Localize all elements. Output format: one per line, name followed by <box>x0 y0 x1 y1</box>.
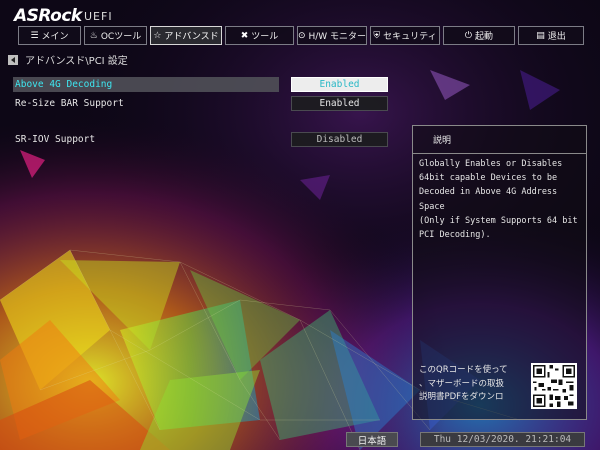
help-description: Globally Enables or Disables 64bit capab… <box>419 157 583 242</box>
tab-exit[interactable]: ▤ 退出 <box>518 26 584 45</box>
help-line: Globally Enables or Disables <box>419 159 563 169</box>
tab-label: 起動 <box>475 32 494 42</box>
shield-icon: ⛨ <box>373 30 381 41</box>
power-icon: ⏻ <box>464 30 473 41</box>
qr-caption: このQRコードを使って 、マザーボードの取扱 説明書PDFをダウンロ <box>419 364 529 405</box>
tab-label: セキュリティ <box>383 32 437 42</box>
help-line: (Only if System Supports 64 bit <box>419 215 578 226</box>
help-line: 64bit capable Devices to be <box>419 173 558 184</box>
breadcrumb: アドバンスド\PCI 設定 <box>8 52 128 67</box>
monitor-icon: ⊙ <box>297 30 306 41</box>
tab-oc-tools[interactable]: ♨ OCツール <box>84 26 147 45</box>
tab-boot[interactable]: ⏻ 起動 <box>443 26 515 45</box>
breadcrumb-text: アドバンスド\PCI 設定 <box>25 56 128 67</box>
language-button[interactable]: 日本語 <box>346 432 398 447</box>
tab-label: メイン <box>41 32 69 42</box>
tab-label: OCツール <box>100 32 142 42</box>
menu-icon: ☰ <box>30 30 39 41</box>
back-arrow-icon[interactable] <box>8 54 18 65</box>
tools-icon: ✖ <box>240 30 249 41</box>
qr-code-icon <box>531 363 577 409</box>
tab-advanced[interactable]: ☆ アドバンスド <box>150 26 222 45</box>
setting-value-above-4g[interactable]: Enabled <box>291 77 388 92</box>
tab-tools[interactable]: ✖ ツール <box>225 26 294 45</box>
star-icon: ☆ <box>153 30 162 41</box>
qr-caption-line: このQRコードを使って <box>419 365 508 375</box>
exit-icon: ▤ <box>536 30 545 41</box>
tab-hw-monitor[interactable]: ⊙ H/W モニター <box>297 26 367 45</box>
setting-value-resize-bar[interactable]: Enabled <box>291 96 388 111</box>
tab-label: アドバンスド <box>164 32 219 42</box>
tab-main[interactable]: ☰ メイン <box>18 26 81 45</box>
tab-label: H/W モニター <box>308 32 367 42</box>
qr-caption-line: 、マザーボードの取扱 <box>419 378 505 389</box>
tab-security[interactable]: ⛨ セキュリティ <box>370 26 440 45</box>
brand-subtitle: UEFI <box>84 10 113 23</box>
setting-label-above-4g[interactable]: Above 4G Decoding <box>13 77 279 92</box>
datetime-display: Thu 12/03/2020. 21:21:04 <box>420 432 585 447</box>
tab-label: 退出 <box>547 32 566 42</box>
help-line: Decoded in Above 4G Address Space <box>419 187 558 212</box>
setting-value-sr-iov[interactable]: Disabled <box>291 132 388 147</box>
help-title: 説明 <box>413 126 586 154</box>
brand-logo: ASRock <box>14 6 82 26</box>
help-panel: 説明 Globally Enables or Disables 64bit ca… <box>412 125 587 420</box>
setting-label-resize-bar[interactable]: Re-Size BAR Support <box>13 96 279 111</box>
setting-label-sr-iov[interactable]: SR-IOV Support <box>13 132 279 147</box>
main-tabs: ☰ メイン ♨ OCツール ☆ アドバンスド ✖ ツール ⊙ H/W モニター … <box>18 26 584 47</box>
tab-label: ツール <box>251 32 279 42</box>
help-line: PCI Decoding). <box>419 230 491 241</box>
flame-icon: ♨ <box>89 30 98 41</box>
qr-caption-line: 説明書PDFをダウンロ <box>419 392 504 402</box>
